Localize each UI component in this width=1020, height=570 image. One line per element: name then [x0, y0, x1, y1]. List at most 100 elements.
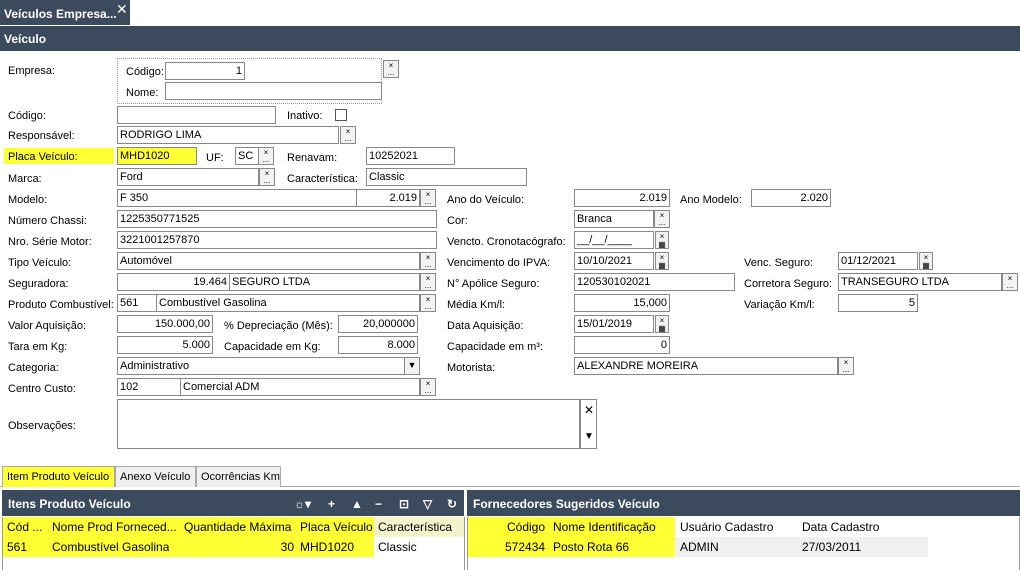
seguradora-lookup-icon[interactable]: ×... — [420, 273, 436, 291]
column-header[interactable]: Nome Identificação — [553, 520, 656, 534]
observacoes-textarea[interactable] — [117, 399, 580, 449]
placa-field[interactable]: MHD1020 — [117, 147, 197, 165]
tab-ocorrencias[interactable]: Ocorrências Km — [196, 466, 281, 487]
grid-border — [467, 517, 468, 570]
chassi-field[interactable]: 1225350771525 — [117, 210, 437, 228]
add-icon[interactable]: + — [328, 497, 335, 511]
valor-label: Valor Aquisição: — [8, 320, 87, 332]
column-header[interactable]: Cód ... — [7, 520, 49, 534]
centro-codigo-field[interactable]: 102 — [117, 378, 181, 396]
uf-field[interactable]: SC — [235, 147, 259, 165]
modelo-lookup-icon[interactable]: ×... — [420, 189, 436, 207]
empresa-nome-label: Nome: — [126, 87, 159, 99]
move-up-icon[interactable]: ▲ — [351, 497, 363, 511]
remove-icon[interactable]: − — [375, 497, 382, 511]
codigo-field[interactable] — [117, 106, 276, 124]
corretora-label: Corretora Seguro: — [744, 278, 833, 290]
capacidade-m3-label: Capacidade em m³: — [447, 341, 543, 353]
ano-modelo-field[interactable]: 2.020 — [751, 189, 831, 207]
calendar-icon[interactable]: × ▦ — [919, 252, 933, 270]
corretora-field[interactable]: TRANSEGURO LTDA — [838, 273, 1002, 291]
close-icon[interactable]: ✕ — [584, 403, 594, 417]
column-header[interactable]: Usuário Cadastro — [680, 520, 773, 534]
categoria-select[interactable]: Administrativo — [117, 357, 405, 375]
serie-motor-field[interactable]: 3221001257870 — [117, 231, 437, 249]
apolice-field[interactable]: 120530102021 — [574, 273, 735, 291]
caracteristica-label: Característica: — [287, 173, 358, 185]
combustivel-codigo-field[interactable]: 561 — [117, 294, 157, 312]
calendar-icon[interactable]: × ▦ — [655, 252, 669, 270]
data-aquisicao-field[interactable]: 15/01/2019 — [574, 315, 654, 333]
modelo-field[interactable]: F 350 — [117, 189, 357, 207]
fornecedores-grid-header: Código Nome Identificação Usuário Cadast… — [467, 517, 928, 537]
grid-border — [2, 517, 3, 570]
capacidade-kg-field[interactable]: 8.000 — [338, 336, 418, 354]
modelo-ano-field[interactable]: 2.019 — [356, 189, 420, 207]
document-tab-label: Veículos Empresa... — [4, 7, 117, 21]
cor-label: Cor: — [447, 215, 468, 227]
data-aquisicao-label: Data Aquisição: — [447, 320, 524, 332]
fornecedores-panel-title: Fornecedores Sugeridos Veículo — [467, 490, 1020, 516]
observacoes-scrollbar[interactable]: ✕ ▼ — [580, 399, 597, 449]
tara-field[interactable]: 5.000 — [117, 336, 213, 354]
column-header-caracteristica[interactable]: Característica — [374, 517, 464, 537]
corretora-lookup-icon[interactable]: ×... — [1002, 273, 1018, 291]
empresa-codigo-field[interactable]: 1 — [165, 62, 245, 80]
table-row[interactable]: 561 Combustível Gasolina 30 MHD1020 — [2, 537, 374, 557]
calendar-icon[interactable]: × ▦ — [655, 231, 669, 249]
responsavel-lookup-icon[interactable]: ×... — [340, 126, 356, 144]
venc-seguro-field[interactable]: 01/12/2021 — [838, 252, 918, 270]
capacidade-m3-field[interactable]: 0 — [574, 336, 670, 354]
valor-field[interactable]: 150.000,00 — [117, 315, 213, 333]
gear-icon[interactable]: ☼▾ — [294, 497, 311, 511]
motorista-field[interactable]: ALEXANDRE MOREIRA — [574, 357, 838, 375]
column-header[interactable]: Código — [507, 520, 545, 534]
filter-icon[interactable]: ▽ — [423, 497, 432, 511]
tipo-lookup-icon[interactable]: ×... — [420, 252, 436, 270]
column-header[interactable]: Placa Veículo — [300, 520, 376, 534]
variacao-field[interactable]: 5 — [838, 294, 918, 312]
chevron-down-icon[interactable]: ▼ — [404, 357, 420, 375]
chevron-down-icon[interactable]: ▼ — [584, 431, 594, 442]
combustivel-lookup-icon[interactable]: ×... — [420, 294, 436, 312]
ano-veiculo-field[interactable]: 2.019 — [574, 189, 670, 207]
empresa-nome-field[interactable] — [165, 82, 382, 100]
variacao-label: Variação Km/l: — [744, 299, 815, 311]
table-cell: MHD1020 — [300, 540, 355, 554]
marca-field[interactable]: Ford — [117, 168, 259, 186]
table-row[interactable]: 572434 Posto Rota 66 ADMIN 27/03/2011 — [467, 537, 928, 557]
cor-field[interactable]: Branca — [574, 210, 654, 228]
document-tab[interactable]: Veículos Empresa... ✕ — [0, 0, 130, 25]
column-header[interactable]: Data Cadastro — [802, 520, 879, 534]
depreciacao-field[interactable]: 20,000000 — [338, 315, 418, 333]
seguradora-nome-field[interactable]: SEGURO LTDA — [229, 273, 420, 291]
uf-lookup-icon[interactable]: ×... — [258, 147, 274, 165]
calendar-icon[interactable]: × ▦ — [655, 315, 669, 333]
cor-lookup-icon[interactable]: ×... — [654, 210, 670, 228]
ipva-field[interactable]: 10/10/2021 — [574, 252, 654, 270]
table-cell[interactable]: Classic — [374, 537, 464, 557]
column-header[interactable]: Nome Prod Forneced... — [52, 520, 184, 534]
edit-icon[interactable]: ⊡ — [399, 497, 409, 511]
combustivel-nome-field[interactable]: Combustível Gasolina — [156, 294, 420, 312]
tipo-label: Tipo Veículo: — [8, 257, 72, 269]
depreciacao-label: % Depreciação (Mês): — [224, 320, 333, 332]
tab-item-produto[interactable]: Item Produto Veículo — [2, 466, 115, 487]
inativo-checkbox[interactable] — [335, 109, 347, 121]
cronotacografo-field[interactable]: __/__/____ — [574, 231, 654, 249]
column-header[interactable]: Quantidade Máxima — [184, 520, 298, 534]
marca-lookup-icon[interactable]: ×... — [259, 168, 275, 186]
empresa-lookup-icon[interactable]: ×... — [383, 60, 399, 78]
media-field[interactable]: 15,000 — [574, 294, 670, 312]
renavam-field[interactable]: 10252021 — [366, 147, 455, 165]
tipo-field[interactable]: Automóvel — [117, 252, 420, 270]
caracteristica-field[interactable]: Classic — [366, 168, 527, 186]
refresh-icon[interactable]: ↻ — [447, 497, 457, 511]
motorista-lookup-icon[interactable]: ×... — [838, 357, 854, 375]
seguradora-codigo-field[interactable]: 19.464 — [117, 273, 230, 291]
centro-nome-field[interactable]: Comercial ADM — [180, 378, 420, 396]
tab-anexo[interactable]: Anexo Veículo — [115, 466, 196, 487]
centro-lookup-icon[interactable]: ×... — [420, 378, 436, 396]
close-icon[interactable]: ✕ — [116, 1, 128, 18]
responsavel-field[interactable]: RODRIGO LIMA — [117, 126, 339, 144]
